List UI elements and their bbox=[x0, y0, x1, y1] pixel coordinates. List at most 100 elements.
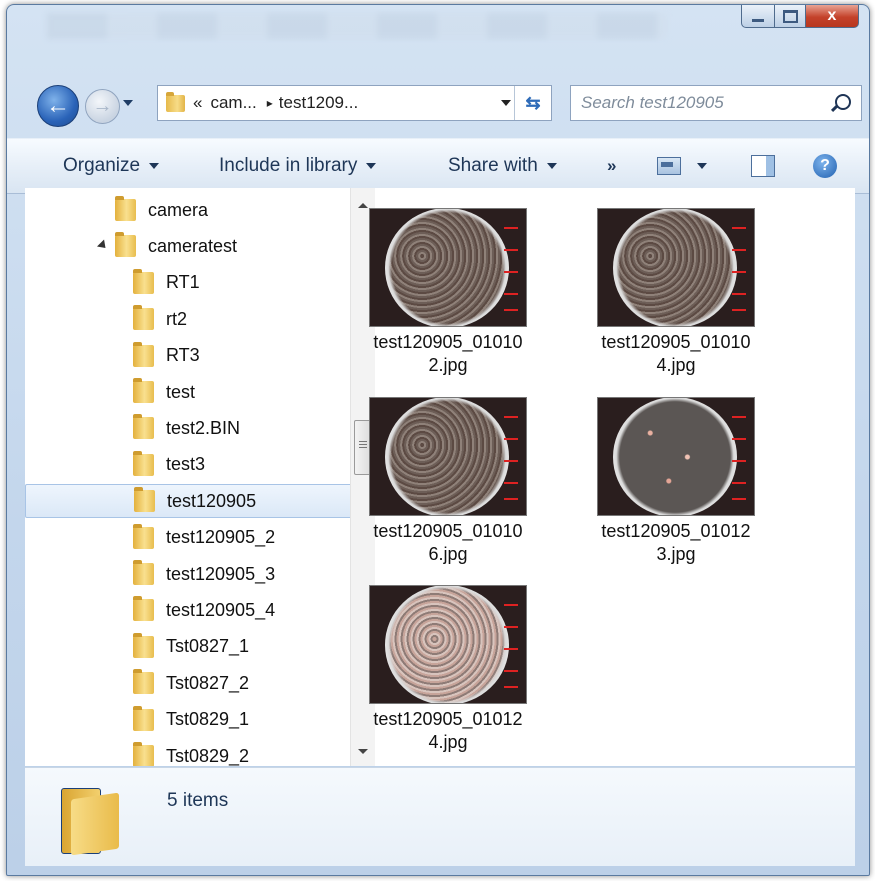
organize-menu[interactable]: Organize bbox=[63, 139, 160, 193]
tree-item[interactable]: test120905_2 bbox=[25, 521, 375, 555]
close-icon: x bbox=[827, 7, 837, 24]
preview-pane-button[interactable] bbox=[751, 139, 775, 193]
tree-item-label: Tst0829_1 bbox=[166, 709, 250, 730]
folder-icon bbox=[134, 487, 155, 513]
tree-item-label: Tst0827_1 bbox=[166, 636, 250, 657]
breadcrumb-segment[interactable]: cam... bbox=[210, 93, 256, 113]
folder-icon bbox=[133, 450, 154, 476]
tree-item[interactable]: Tst0829_1 bbox=[25, 703, 375, 737]
folder-icon bbox=[133, 669, 154, 695]
organize-label: Organize bbox=[63, 155, 141, 176]
tree-item[interactable]: test2.BIN bbox=[25, 411, 375, 445]
address-history-dropdown[interactable] bbox=[501, 100, 511, 106]
share-with-menu[interactable]: Share with bbox=[448, 139, 557, 193]
folder-icon bbox=[133, 378, 154, 403]
search-icon[interactable] bbox=[835, 94, 851, 110]
address-overflow-chevron[interactable]: « bbox=[193, 93, 202, 113]
tree-item[interactable]: test120905 bbox=[25, 484, 365, 519]
scale-tick bbox=[732, 416, 746, 418]
back-button[interactable]: ← bbox=[37, 85, 79, 127]
file-item[interactable]: test120905_01010 4.jpg bbox=[571, 208, 781, 377]
folder-icon bbox=[133, 632, 154, 658]
address-bar[interactable]: « cam... ▸ test1209... ⇆ bbox=[157, 85, 552, 121]
maximize-icon bbox=[782, 9, 798, 23]
tree-item-label: RT1 bbox=[166, 272, 200, 293]
breadcrumb-separator-icon[interactable]: ▸ bbox=[267, 96, 273, 110]
scale-tick bbox=[504, 482, 518, 484]
breadcrumb-segment[interactable]: test1209... bbox=[279, 93, 358, 113]
refresh-button[interactable]: ⇆ bbox=[514, 86, 551, 120]
scale-tick bbox=[732, 227, 746, 229]
change-view-button[interactable] bbox=[657, 139, 707, 193]
scale-tick bbox=[504, 438, 518, 440]
file-name-line: 3.jpg bbox=[656, 544, 696, 564]
scale-tick bbox=[504, 626, 518, 628]
image-thumbnail bbox=[597, 397, 755, 516]
tree-item[interactable]: test3 bbox=[25, 448, 375, 482]
address-row: ← → « cam... ▸ test1209... ⇆ bbox=[7, 80, 869, 130]
preview-pane-icon bbox=[751, 155, 775, 177]
folder-icon bbox=[133, 414, 154, 440]
chevron-down-icon bbox=[697, 163, 707, 169]
petri-dish-image bbox=[385, 209, 509, 326]
include-in-library-menu[interactable]: Include in library bbox=[219, 139, 377, 193]
recent-pages-dropdown[interactable] bbox=[123, 100, 133, 106]
file-name: test120905_01010 6.jpg bbox=[343, 520, 553, 566]
tree-item-label: camera bbox=[148, 199, 209, 220]
file-name-line: test120905_01012 bbox=[373, 709, 523, 729]
minimize-button[interactable] bbox=[741, 5, 775, 28]
item-count: 5 items bbox=[167, 790, 229, 811]
tree-item[interactable]: Tst0827_1 bbox=[25, 630, 375, 664]
tree-item-label: test120905_2 bbox=[166, 527, 276, 548]
image-thumbnail bbox=[597, 208, 755, 327]
tree-item-label: test2.BIN bbox=[166, 417, 241, 438]
caption-buttons: x bbox=[741, 5, 859, 29]
search-box[interactable] bbox=[570, 85, 862, 121]
tree-item[interactable]: Tst0827_2 bbox=[25, 666, 375, 700]
file-name-line: 2.jpg bbox=[428, 355, 468, 375]
maximize-button[interactable] bbox=[775, 5, 806, 28]
file-name: test120905_01010 4.jpg bbox=[571, 331, 781, 377]
tree-item[interactable]: RT3 bbox=[25, 339, 375, 373]
file-item[interactable]: test120905_01012 3.jpg bbox=[571, 397, 781, 566]
content-area: camera cameratest RT1 rt2 RT3 test test2.BIN te… bbox=[25, 188, 855, 766]
refresh-icon: ⇆ bbox=[525, 92, 541, 113]
tree-item-label: test120905 bbox=[167, 490, 257, 511]
view-icon bbox=[657, 157, 681, 175]
file-name-line: 4.jpg bbox=[656, 355, 696, 375]
forward-button[interactable]: → bbox=[85, 89, 120, 124]
file-item[interactable]: test120905_01010 6.jpg bbox=[343, 397, 553, 566]
tree-item[interactable]: cameratest bbox=[25, 229, 375, 263]
tree-item[interactable]: rt2 bbox=[25, 302, 375, 336]
scale-tick bbox=[504, 249, 518, 251]
file-name: test120905_01010 2.jpg bbox=[343, 331, 553, 377]
tree-item[interactable]: RT1 bbox=[25, 266, 375, 300]
scale-tick bbox=[504, 293, 518, 295]
file-name-line: test120905_01010 bbox=[373, 332, 523, 352]
scale-tick bbox=[732, 482, 746, 484]
file-item[interactable]: test120905_01010 2.jpg bbox=[343, 208, 553, 377]
tree-item-label: test bbox=[166, 381, 196, 402]
scale-tick bbox=[732, 460, 746, 462]
help-button[interactable]: ? bbox=[813, 139, 837, 193]
more-commands-button[interactable]: » bbox=[607, 139, 616, 193]
tree-item[interactable]: test bbox=[25, 375, 375, 409]
scale-tick bbox=[504, 498, 518, 500]
scale-tick bbox=[504, 670, 518, 672]
expand-arrow-icon[interactable] bbox=[96, 239, 110, 252]
back-arrow-icon: ← bbox=[46, 92, 70, 119]
tree-item[interactable]: test120905_4 bbox=[25, 593, 375, 627]
help-icon: ? bbox=[813, 154, 837, 178]
image-thumbnail bbox=[369, 585, 527, 704]
file-item[interactable]: test120905_01012 4.jpg bbox=[343, 585, 553, 754]
file-name-line: 4.jpg bbox=[428, 732, 468, 752]
tree-item[interactable]: test120905_3 bbox=[25, 557, 375, 591]
close-button[interactable]: x bbox=[806, 5, 859, 28]
folder-icon bbox=[133, 560, 154, 585]
scale-tick bbox=[732, 249, 746, 251]
search-input[interactable] bbox=[571, 92, 823, 114]
file-list: test120905_01010 2.jpg test120905_01010 4.j… bbox=[369, 188, 855, 766]
scale-tick bbox=[504, 309, 518, 311]
tree-item[interactable]: camera bbox=[25, 193, 375, 227]
tree-item[interactable]: Tst0829_2 bbox=[25, 739, 375, 766]
